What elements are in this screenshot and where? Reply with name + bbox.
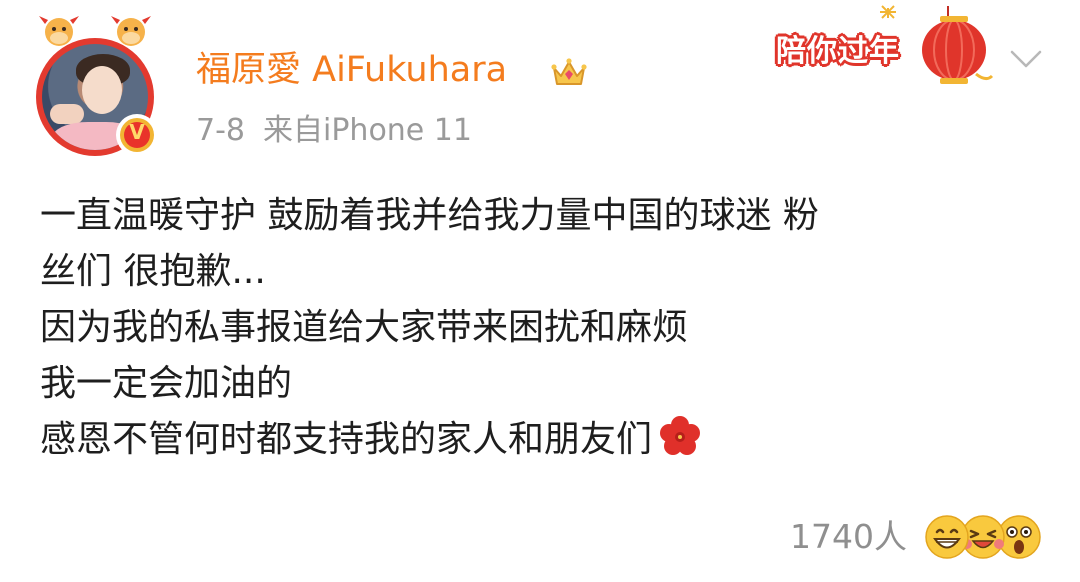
post-date: 7-8 — [196, 113, 245, 148]
content-line: 一直温暖守护 鼓励着我并给我力量中国的球迷 粉 — [40, 195, 819, 236]
post-content: 一直温暖守护 鼓励着我并给我力量中国的球迷 粉 丝们 很抱歉... 因为我的私事… — [40, 188, 1040, 468]
festival-badge-label: 陪你过年 — [776, 34, 900, 69]
verified-badge-icon: V — [116, 114, 158, 156]
festival-badge[interactable]: 陪你过年 — [768, 4, 1000, 88]
ox-icon — [39, 16, 79, 46]
ox-icon — [111, 16, 151, 46]
red-flower-emoji — [660, 416, 701, 455]
weibo-post-card: V 福原愛 AiFukuhara 7-8 来自iPhone 11 陪你过年 一直… — [0, 0, 1080, 582]
reaction-count[interactable]: 1740人 — [790, 516, 907, 558]
post-source[interactable]: 来自iPhone 11 — [263, 113, 472, 148]
crown-icon[interactable] — [550, 56, 588, 90]
content-line: 我一定会加油的 — [40, 363, 293, 404]
content-line: 因为我的私事报道给大家带来困扰和麻烦 — [40, 307, 689, 348]
username[interactable]: 福原愛 AiFukuhara — [196, 48, 507, 92]
content-line: 感恩不管何时都支持我的家人和朋友们 — [40, 419, 653, 460]
content-line: 丝们 很抱歉... — [40, 251, 266, 292]
chevron-down-icon[interactable] — [1006, 44, 1046, 74]
reaction-emojis[interactable] — [924, 512, 1044, 564]
grinning-face-emoji — [925, 515, 969, 559]
avatar[interactable]: V — [30, 8, 170, 158]
content-line-last: 感恩不管何时都支持我的家人和朋友们 — [40, 412, 1040, 468]
post-meta: 7-8 来自iPhone 11 — [196, 112, 472, 150]
